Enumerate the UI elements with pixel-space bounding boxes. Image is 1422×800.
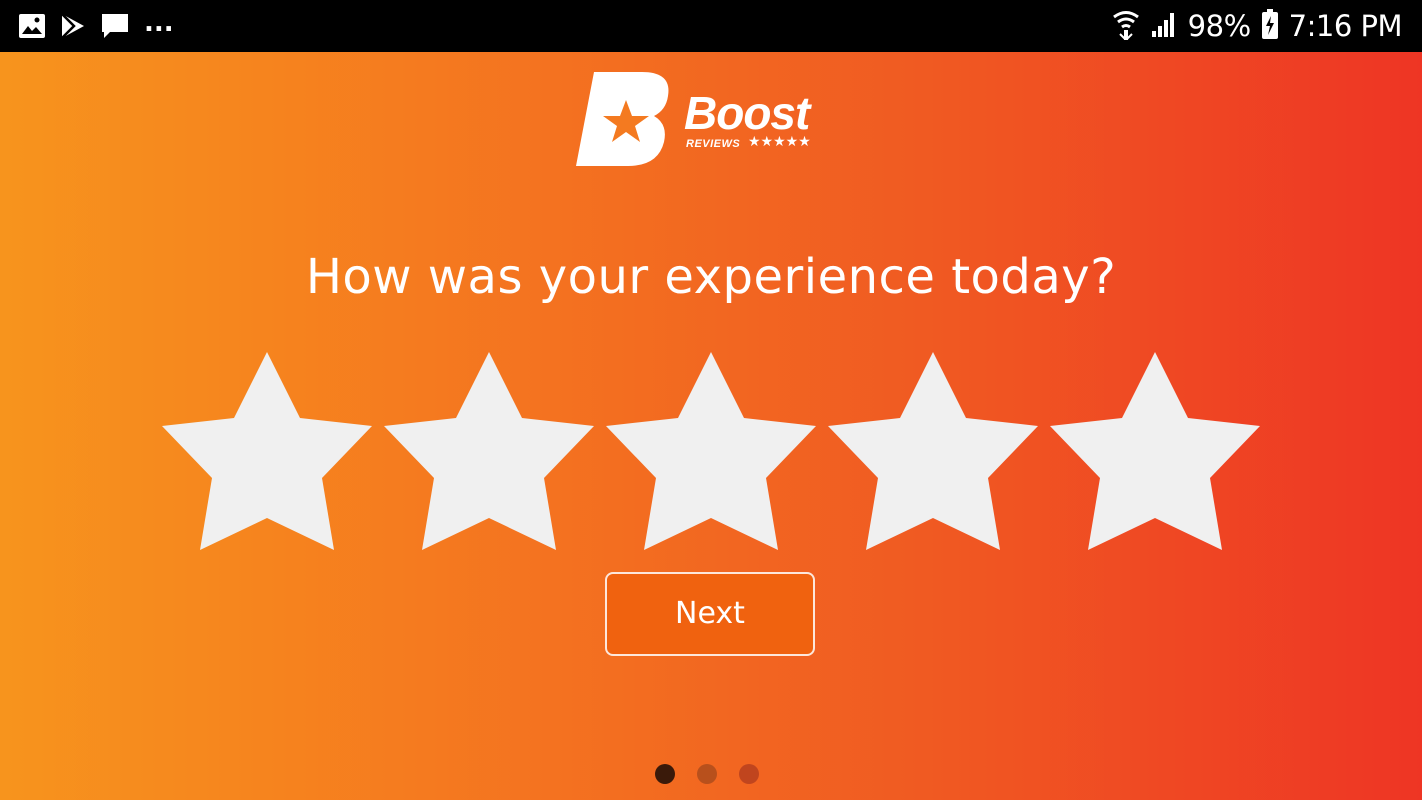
signal-icon — [1150, 9, 1178, 43]
boost-reviews-logo: Boost REVIEWS ★★★★★ — [576, 72, 848, 166]
rating-question: How was your experience today? — [305, 249, 1117, 305]
page-dot-2 — [697, 764, 717, 784]
more-notifications-indicator: ... — [144, 8, 174, 38]
page-dot-3 — [739, 764, 759, 784]
star-5[interactable] — [1050, 352, 1260, 554]
star-1[interactable] — [162, 352, 372, 554]
logo-subtext: REVIEWS — [686, 138, 741, 150]
star-4[interactable] — [828, 352, 1038, 554]
clock: 7:16 PM — [1288, 9, 1403, 43]
status-bar: ... 98% 7:16 PM — [0, 0, 1422, 52]
status-bar-notifications: ... — [18, 10, 174, 42]
logo-stars: ★★★★★ — [748, 134, 811, 150]
next-button[interactable]: Next — [605, 572, 815, 656]
wifi-icon — [1112, 8, 1140, 44]
battery-percent: 98% — [1187, 9, 1251, 43]
status-bar-system: 98% 7:16 PM — [1112, 8, 1403, 44]
gallery-icon — [18, 13, 46, 39]
logo-wordmark: Boost — [684, 87, 810, 139]
star-rating — [162, 352, 1262, 554]
page-dot-1-active — [655, 764, 675, 784]
boost-b-star-logo — [576, 72, 669, 166]
battery-charging-icon — [1261, 8, 1279, 44]
rating-screen: ... 98% 7:16 PM Boost REVIEWS ★★★★★ How … — [0, 0, 1422, 800]
play-store-icon — [60, 12, 86, 40]
message-icon — [100, 12, 130, 40]
star-2[interactable] — [384, 352, 594, 554]
page-indicator — [655, 764, 759, 784]
star-3[interactable] — [606, 352, 816, 554]
